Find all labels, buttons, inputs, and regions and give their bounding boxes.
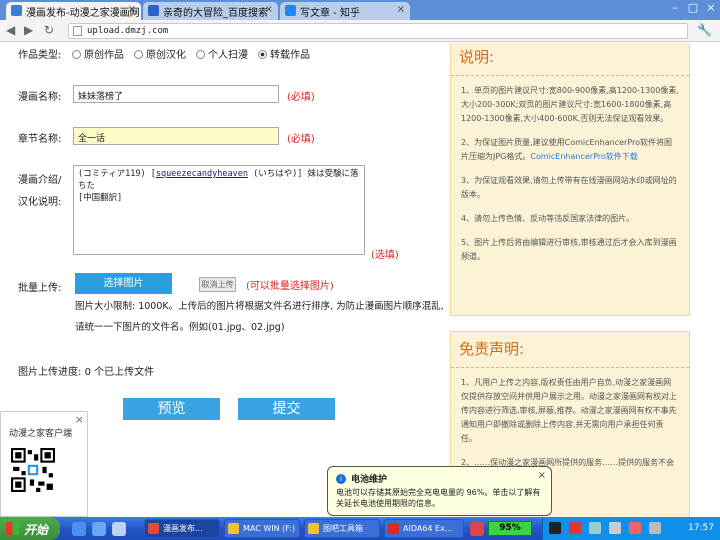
folder-icon — [308, 523, 319, 534]
taskbar-toolbox[interactable]: 图吧工具箱 — [304, 519, 380, 538]
tray-app-icon[interactable] — [649, 522, 661, 534]
taskbar-chrome[interactable]: 漫画发布... — [144, 519, 220, 538]
close-tab-icon[interactable]: × — [397, 4, 405, 15]
tab-title: 亲奇的大冒险_百度搜索 — [163, 8, 268, 19]
chrome-icon — [148, 523, 159, 534]
upload-note: 图片大小限制: 1000K。上传后的图片将根据文件名进行排序, 为防止漫画图片顺… — [75, 301, 444, 333]
intro-label-2: 汉化说明: — [18, 197, 62, 208]
address-bar: ◀ ▶ ↻ upload.dmzj.com 🔧 — [0, 20, 720, 42]
intro-optional: (选填) — [371, 250, 399, 261]
shield-icon[interactable] — [569, 522, 581, 534]
page-favicon-icon — [11, 5, 22, 16]
close-tab-icon[interactable]: × — [265, 4, 273, 15]
preview-button[interactable]: 预览 — [123, 398, 220, 420]
window-controls: – □ × — [668, 1, 718, 14]
radio-original-translation[interactable]: 原创汉化 — [134, 46, 186, 61]
start-label: 开始 — [24, 523, 49, 537]
batch-hint: (可以批量选择图片) — [246, 281, 334, 292]
intro-label-1: 漫画介绍/ — [18, 175, 62, 186]
tab-baidu-search[interactable]: 亲奇的大冒险_百度搜索 × — [143, 2, 278, 20]
start-button[interactable]: 开始 — [0, 517, 60, 540]
instructions-panel: 说明: 1、单页的图片建议尺寸:宽800-900像素,高1200-1300像素,… — [450, 43, 690, 316]
zhihu-favicon-icon — [285, 5, 296, 16]
intro-textarea[interactable]: (コミティア119) [squeezecandyheaven (いちはや)] 妹… — [73, 165, 365, 255]
radio-icon — [72, 50, 81, 59]
title-input[interactable]: 妹妹落榜了 — [73, 85, 279, 103]
reload-icon[interactable]: ↻ — [44, 23, 54, 37]
batch-label: 批量上传: — [18, 283, 62, 294]
chapter-required: (必填) — [287, 134, 315, 145]
radio-personal-scan[interactable]: 个人扫漫 — [196, 46, 248, 61]
app-icon[interactable] — [470, 522, 484, 536]
maximize-icon[interactable]: □ — [686, 1, 700, 14]
wrench-menu-icon[interactable]: 🔧 — [697, 23, 712, 37]
progress-label: 图片上传进度: 0 个已上传文件 — [18, 367, 155, 378]
title-required: (必填) — [287, 92, 315, 103]
page-icon — [73, 26, 82, 36]
client-app-widget: × 动漫之家客户端 — [0, 411, 88, 517]
tab-title: 漫画发布-动漫之家漫画网 — [26, 8, 140, 19]
forward-icon[interactable]: ▶ — [24, 23, 33, 37]
folder-icon — [228, 523, 239, 534]
radio-icon — [134, 50, 143, 59]
taskbar-explorer[interactable]: MAC WIN (F:) — [224, 519, 300, 538]
aida64-icon — [388, 523, 399, 534]
tab-zhihu[interactable]: 写文章 - 知乎 × — [280, 2, 410, 20]
instruction-item: 2、为保证图片质量,建议使用ComicEnhancerPro软件将图片压缩为JP… — [461, 138, 672, 161]
system-tray: 17:57 — [542, 517, 720, 540]
type-radio-group: 原创作品 原创汉化 个人扫漫 转载作品 — [72, 46, 310, 61]
close-tab-icon[interactable]: × — [128, 4, 136, 15]
clock[interactable]: 17:57 — [688, 523, 714, 533]
download-link[interactable]: ComicEnhancerPro软件下载 — [530, 152, 637, 161]
title-label: 漫画名称: — [18, 92, 62, 103]
instruction-item: 3、为保证观看效果,请勿上传带有在线漫画网站水印或网址的版本。 — [461, 176, 677, 199]
ie-quicklaunch-icon[interactable] — [72, 522, 86, 536]
desktop-quicklaunch-icon[interactable] — [112, 522, 126, 536]
tab-manga-upload[interactable]: 漫画发布-动漫之家漫画网 × — [6, 2, 141, 20]
network-quicklaunch-icon[interactable] — [92, 522, 106, 536]
select-images-button[interactable]: 选择图片 — [75, 273, 172, 294]
minimize-icon[interactable]: – — [668, 1, 682, 14]
radio-repost[interactable]: 转载作品 — [258, 46, 310, 61]
qr-code-icon — [11, 448, 55, 492]
page-content: 作品类型: 原创作品 原创汉化 个人扫漫 转载作品 漫画名称: 妹妹落榜了 (必… — [0, 43, 720, 517]
balloon-message: 电池可以存储其原始完全充电电量的 96%。单击以了解有关延长电池使用期限的信息。 — [336, 488, 541, 508]
instruction-item: 5、图片上传后将由编辑进行审核,审核通过后才会入库到漫画频道。 — [461, 238, 677, 261]
tab-title: 写文章 - 知乎 — [300, 8, 360, 19]
tray-app-icon[interactable] — [629, 522, 641, 534]
instructions-title: 说明: — [451, 43, 689, 76]
radio-icon — [196, 50, 205, 59]
battery-balloon[interactable]: i 电池维护 × 电池可以存储其原始完全充电电量的 96%。单击以了解有关延长电… — [327, 466, 552, 516]
taskbar: 开始 漫画发布... MAC WIN (F:) 图吧工具箱 AIDA64 Ex.… — [0, 517, 720, 540]
submit-button[interactable]: 提交 — [238, 398, 335, 420]
url-text: upload.dmzj.com — [87, 26, 169, 36]
radio-original[interactable]: 原创作品 — [72, 46, 124, 61]
chapter-label: 章节名称: — [18, 134, 62, 145]
battery-meter[interactable]: 95% — [488, 521, 532, 536]
instruction-item: 4、请勿上传色情、反动等违反国家法律的图片。 — [461, 214, 635, 223]
close-widget-icon[interactable]: × — [75, 413, 84, 426]
info-icon: i — [336, 474, 346, 484]
battery-warning-icon[interactable] — [549, 522, 561, 534]
type-label: 作品类型: — [18, 50, 62, 61]
instruction-item: 1、单页的图片建议尺寸:宽800-900像素,高1200-1300像素,大小20… — [461, 86, 679, 123]
baidu-favicon-icon — [148, 5, 159, 16]
tab-bar: 漫画发布-动漫之家漫画网 × 亲奇的大冒险_百度搜索 × 写文章 - 知乎 × … — [0, 0, 720, 20]
volume-icon[interactable] — [609, 522, 621, 534]
close-balloon-icon[interactable]: × — [538, 470, 546, 481]
taskbar-aida64[interactable]: AIDA64 Ex... — [384, 519, 464, 538]
windows-flag-icon — [6, 522, 19, 535]
url-input[interactable]: upload.dmzj.com — [68, 23, 688, 39]
network-icon[interactable] — [589, 522, 601, 534]
progress-value: 0 个已上传文件 — [84, 367, 155, 378]
disclaimer-item: 1、凡用户上传之内容,版权责任由用户自负,动漫之家漫画网仅提供存放空间并供用户展… — [461, 378, 677, 443]
back-icon[interactable]: ◀ — [6, 23, 15, 37]
balloon-title: 电池维护 — [351, 475, 388, 485]
cancel-upload-button[interactable]: 取消上传 — [199, 277, 236, 292]
chapter-input[interactable]: 全一话 — [73, 127, 279, 145]
radio-selected-icon — [258, 50, 267, 59]
close-window-icon[interactable]: × — [704, 1, 718, 14]
disclaimer-title: 免责声明: — [451, 332, 689, 368]
